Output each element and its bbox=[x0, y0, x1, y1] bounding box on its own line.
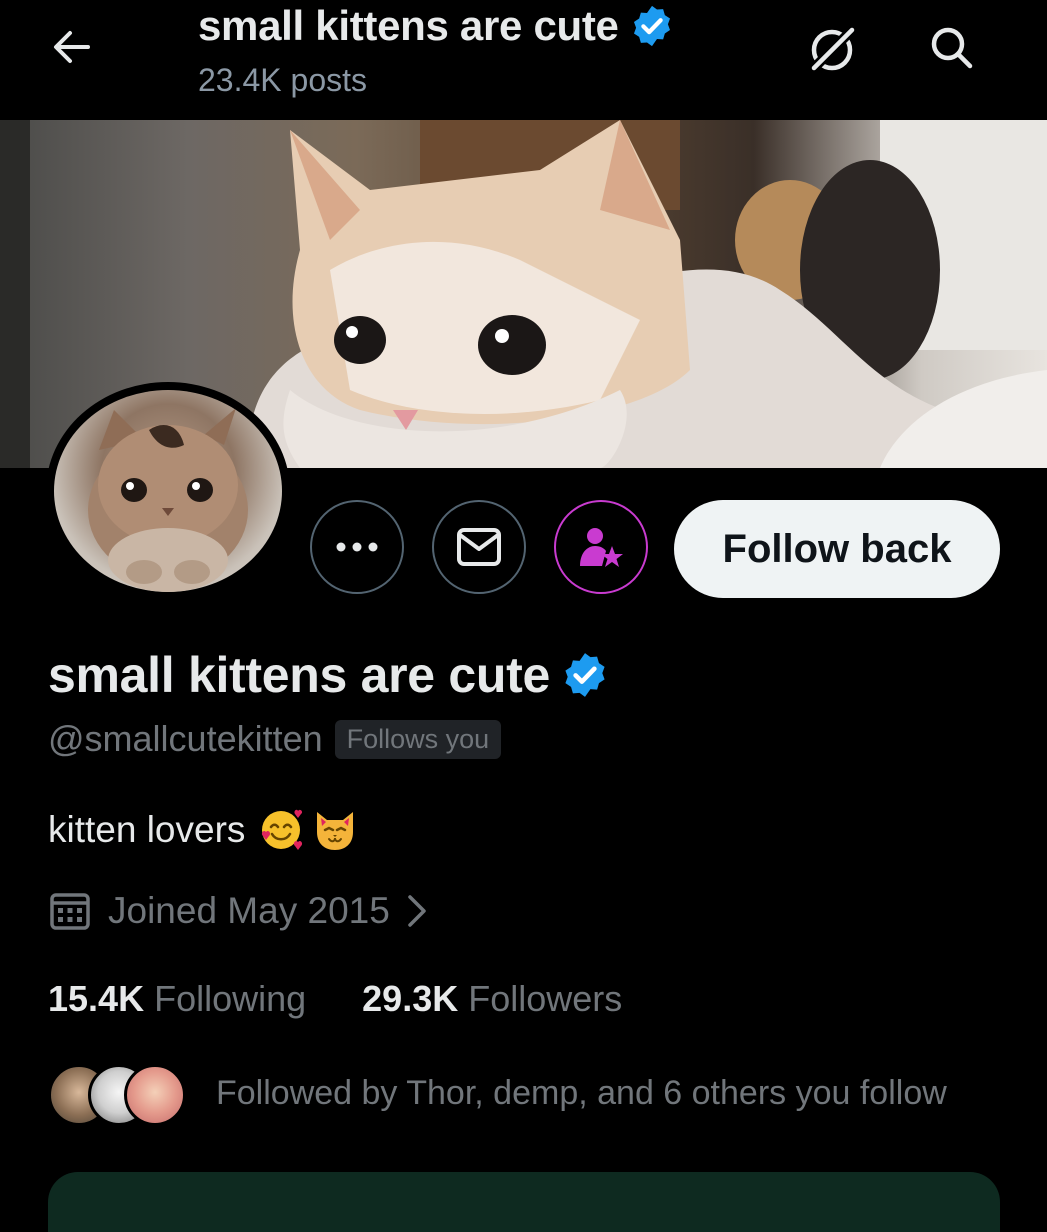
follow-back-button[interactable]: Follow back bbox=[674, 500, 1000, 598]
header-title-row: small kittens are cute bbox=[198, 2, 675, 50]
following-link[interactable]: 15.4K Following bbox=[48, 978, 306, 1020]
followers-count: 29.3K bbox=[362, 978, 459, 1019]
following-count: 15.4K bbox=[48, 978, 145, 1019]
top-bar: small kittens are cute 23.4K posts bbox=[0, 0, 1047, 120]
profile-bio: kitten lovers bbox=[48, 806, 359, 854]
more-horizontal-icon bbox=[336, 542, 378, 552]
followed-by-text: Followed by Thor, demp, and 6 others you… bbox=[216, 1073, 947, 1112]
display-name: small kittens are cute bbox=[48, 647, 550, 703]
more-options-button[interactable] bbox=[310, 500, 404, 594]
profile-name-row: small kittens are cute bbox=[48, 646, 610, 704]
followers-label: Followers bbox=[468, 978, 623, 1019]
followed-by-avatars bbox=[48, 1060, 186, 1126]
follows-you-badge: Follows you bbox=[334, 719, 502, 759]
cat-face-emoji-icon bbox=[317, 812, 354, 850]
joined-date[interactable]: Joined May 2015 bbox=[48, 890, 430, 932]
verified-badge-icon bbox=[633, 5, 670, 47]
following-label: Following bbox=[154, 978, 307, 1019]
grok-button[interactable] bbox=[800, 20, 864, 80]
message-button[interactable] bbox=[432, 500, 526, 594]
profile-handle: @smallcutekitten bbox=[48, 718, 323, 759]
envelope-icon bbox=[457, 528, 501, 566]
grok-icon bbox=[809, 25, 857, 73]
bio-emojis bbox=[257, 806, 359, 854]
followers-link[interactable]: 29.3K Followers bbox=[362, 978, 622, 1020]
joined-text: Joined May 2015 bbox=[108, 890, 390, 931]
subscribe-button[interactable] bbox=[554, 500, 648, 594]
bio-text: kitten lovers bbox=[48, 809, 246, 850]
chevron-right-icon bbox=[408, 895, 426, 927]
smiling-hearts-emoji-icon bbox=[262, 809, 303, 850]
profile-avatar[interactable] bbox=[46, 382, 290, 600]
arrow-left-icon bbox=[54, 31, 90, 63]
search-button[interactable] bbox=[920, 18, 984, 78]
calendar-icon bbox=[50, 893, 90, 930]
post-count: 23.4K posts bbox=[198, 62, 367, 98]
person-star-icon bbox=[580, 528, 623, 567]
kitten-avatar-image bbox=[88, 408, 248, 592]
avatar-image bbox=[54, 390, 282, 592]
bottom-action-button[interactable] bbox=[48, 1172, 1000, 1232]
follow-stats: 15.4K Following 29.3K Followers bbox=[48, 978, 678, 1020]
header-title: small kittens are cute bbox=[198, 2, 619, 49]
follower-avatar bbox=[124, 1064, 186, 1126]
search-icon bbox=[931, 27, 973, 69]
verified-badge-icon[interactable] bbox=[560, 650, 610, 700]
followed-by-row[interactable]: Followed by Thor, demp, and 6 others you… bbox=[48, 1060, 947, 1126]
back-button[interactable] bbox=[42, 22, 98, 72]
handle-row: @smallcutekitten Follows you bbox=[48, 718, 502, 760]
